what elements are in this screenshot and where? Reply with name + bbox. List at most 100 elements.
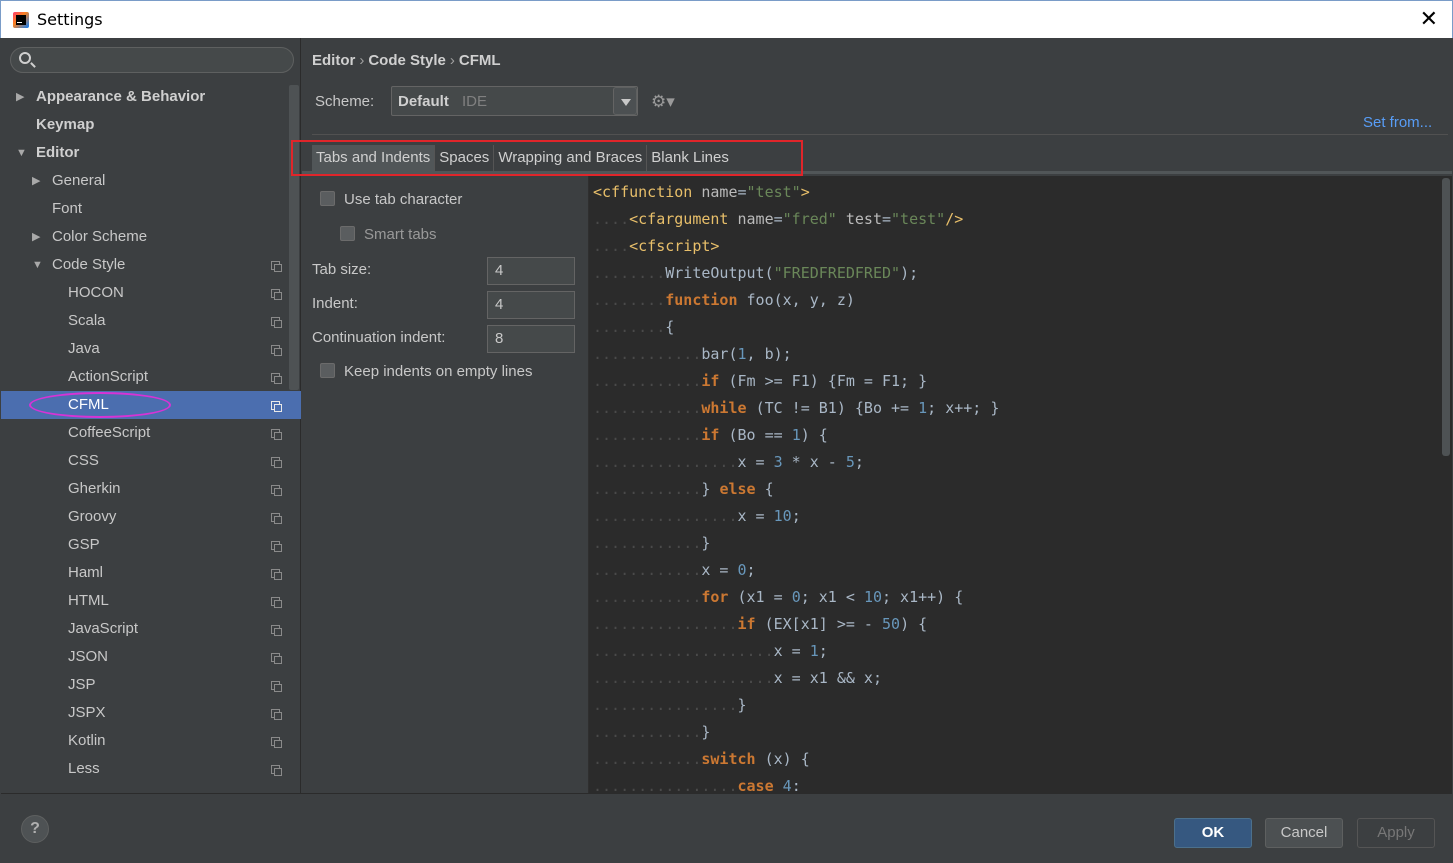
settings-panel: Editor › Code Style › CFML Scheme: Default I… bbox=[291, 38, 1452, 793]
tree-item-language[interactable]: Scala bbox=[1, 307, 301, 335]
settings-sidebar: ▶ Appearance & Behavior Keymap ▼ Editor … bbox=[1, 38, 301, 793]
project-copy-icon bbox=[271, 709, 282, 720]
tree-item-language[interactable]: CoffeeScript bbox=[1, 419, 301, 447]
project-copy-icon bbox=[271, 261, 282, 272]
code-line: ............for (x1 = 0; x1 < 10; x1++) … bbox=[593, 588, 964, 606]
tree-item-language[interactable]: JSON bbox=[1, 643, 301, 671]
close-icon[interactable]: ✕ bbox=[1420, 8, 1438, 30]
cancel-button[interactable]: Cancel bbox=[1265, 818, 1343, 848]
scheme-sub: IDE bbox=[462, 93, 488, 110]
code-line: ........WriteOutput("FREDFREDFRED"); bbox=[593, 264, 919, 282]
tree-item-language[interactable]: JSP bbox=[1, 671, 301, 699]
tree-item-language[interactable]: JavaScript bbox=[1, 615, 301, 643]
code-line: ....................x = x1 && x; bbox=[593, 669, 882, 687]
project-copy-icon bbox=[271, 289, 282, 300]
code-line: ................} bbox=[593, 696, 747, 714]
keep-indents-option[interactable]: Keep indents on empty lines bbox=[320, 363, 532, 380]
code-line: ............} bbox=[593, 534, 711, 552]
chevron-right-icon[interactable]: ▶ bbox=[32, 167, 40, 195]
tree-item-language[interactable]: CFML bbox=[1, 391, 301, 419]
tree-item-color-scheme[interactable]: ▶ Color Scheme bbox=[1, 223, 301, 251]
code-line: ........function foo(x, y, z) bbox=[593, 291, 855, 309]
selection-highlight-annotation bbox=[29, 392, 171, 418]
tree-item-language[interactable]: Gherkin bbox=[1, 475, 301, 503]
tab-size-label: Tab size: bbox=[312, 261, 372, 278]
project-copy-icon bbox=[271, 625, 282, 636]
project-copy-icon bbox=[271, 429, 282, 440]
dialog-footer: ? OK Cancel Apply bbox=[1, 793, 1452, 863]
search-icon bbox=[19, 52, 31, 64]
set-from-link[interactable]: Set from... bbox=[1363, 114, 1432, 131]
tree-item-language[interactable]: JSPX bbox=[1, 699, 301, 727]
project-copy-icon bbox=[271, 653, 282, 664]
project-copy-icon bbox=[271, 737, 282, 748]
scheme-dropdown[interactable]: Default IDE bbox=[391, 86, 638, 116]
chevron-right-icon[interactable]: ▶ bbox=[32, 223, 40, 251]
project-copy-icon bbox=[271, 765, 282, 776]
tree-item-language[interactable]: HOCON bbox=[1, 279, 301, 307]
editor-scrollbar[interactable] bbox=[1442, 178, 1450, 456]
code-line: ............if (Fm >= F1) {Fm = F1; } bbox=[593, 372, 928, 390]
tree-item-editor[interactable]: ▼ Editor bbox=[1, 139, 301, 167]
ok-button[interactable]: OK bbox=[1174, 818, 1252, 848]
divider bbox=[312, 134, 1448, 135]
code-line: ............switch (x) { bbox=[593, 750, 810, 768]
indent-field[interactable]: 4 bbox=[487, 291, 575, 319]
code-line: ................x = 10; bbox=[593, 507, 801, 525]
tree-item-appearance[interactable]: ▶ Appearance & Behavior bbox=[1, 83, 301, 111]
code-text: <cffunction name="test"> ....<cfargument… bbox=[593, 179, 999, 793]
project-copy-icon bbox=[271, 597, 282, 608]
code-line: ............} bbox=[593, 723, 711, 741]
continuation-indent-field[interactable]: 8 bbox=[487, 325, 575, 353]
gear-icon[interactable]: ⚙▾ bbox=[651, 92, 675, 112]
sidebar-scrollbar[interactable] bbox=[289, 85, 299, 390]
tree-item-font[interactable]: Font bbox=[1, 195, 301, 223]
project-copy-icon bbox=[271, 457, 282, 468]
chevron-right-icon[interactable]: ▶ bbox=[16, 83, 24, 111]
code-line: ................case 4: bbox=[593, 777, 801, 793]
code-line: <cffunction name="test"> bbox=[593, 183, 810, 201]
tree-item-language[interactable]: Java bbox=[1, 335, 301, 363]
project-copy-icon bbox=[271, 485, 282, 496]
chevron-down-icon[interactable]: ▼ bbox=[16, 139, 27, 167]
indent-label: Indent: bbox=[312, 295, 358, 312]
chevron-down-icon[interactable]: ▼ bbox=[32, 251, 43, 279]
scheme-value: Default bbox=[398, 93, 449, 110]
tree-item-language[interactable]: Less bbox=[1, 755, 301, 783]
tree-item-language[interactable]: HTML bbox=[1, 587, 301, 615]
breadcrumb: Editor › Code Style › CFML bbox=[312, 52, 501, 69]
project-copy-icon bbox=[271, 513, 282, 524]
project-copy-icon bbox=[271, 345, 282, 356]
dropdown-arrow-icon[interactable] bbox=[613, 87, 637, 115]
tree-item-language[interactable]: GSP bbox=[1, 531, 301, 559]
help-button[interactable]: ? bbox=[21, 815, 49, 843]
code-line: ............} else { bbox=[593, 480, 774, 498]
code-line: ............bar(1, b); bbox=[593, 345, 792, 363]
tree-item-language[interactable]: ActionScript bbox=[1, 363, 301, 391]
tree-item-language[interactable]: Groovy bbox=[1, 503, 301, 531]
use-tab-checkbox[interactable] bbox=[320, 191, 335, 206]
project-copy-icon bbox=[271, 401, 282, 412]
tree-item-general[interactable]: ▶ General bbox=[1, 167, 301, 195]
apply-button[interactable]: Apply bbox=[1357, 818, 1435, 848]
continuation-indent-label: Continuation indent: bbox=[312, 329, 446, 346]
project-copy-icon bbox=[271, 681, 282, 692]
project-copy-icon bbox=[271, 569, 282, 580]
tree-item-code-style[interactable]: ▼ Code Style bbox=[1, 251, 301, 279]
code-line: ........{ bbox=[593, 318, 675, 336]
code-line: ............if (Bo == 1) { bbox=[593, 426, 828, 444]
tree-item-language[interactable]: CSS bbox=[1, 447, 301, 475]
smart-tabs-checkbox[interactable] bbox=[340, 226, 355, 241]
smart-tabs-option[interactable]: Smart tabs bbox=[340, 226, 437, 243]
tabs-highlight-annotation bbox=[291, 140, 803, 176]
tree-item-language[interactable]: Haml bbox=[1, 559, 301, 587]
tab-size-field[interactable]: 4 bbox=[487, 257, 575, 285]
tree-item-language[interactable]: Kotlin bbox=[1, 727, 301, 755]
search-input[interactable] bbox=[10, 47, 294, 73]
code-preview[interactable]: <cffunction name="test"> ....<cfargument… bbox=[588, 176, 1452, 793]
project-copy-icon bbox=[271, 541, 282, 552]
tree-item-keymap[interactable]: Keymap bbox=[1, 111, 301, 139]
keep-indents-checkbox[interactable] bbox=[320, 363, 335, 378]
scheme-label: Scheme: bbox=[315, 93, 375, 110]
use-tab-option[interactable]: Use tab character bbox=[320, 191, 462, 208]
